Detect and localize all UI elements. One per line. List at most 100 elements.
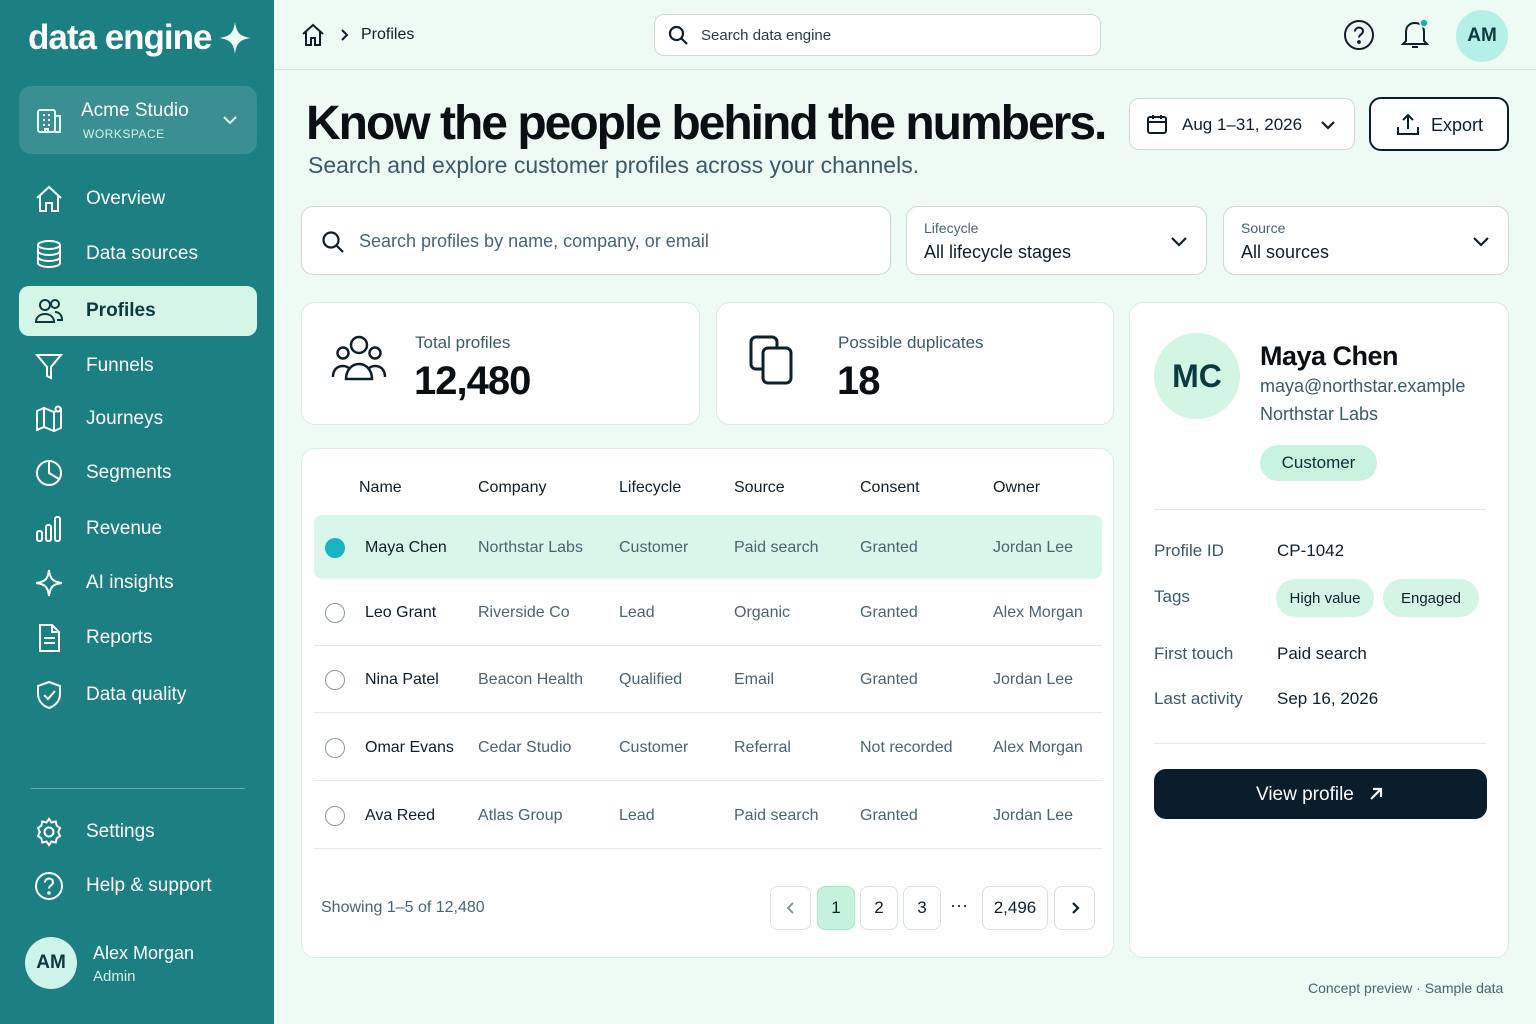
- page-subtitle: Search and explore customer profiles acr…: [308, 152, 920, 178]
- sidebar-item-label: Data quality: [86, 684, 187, 705]
- row-radio[interactable]: [325, 738, 345, 758]
- page-button-last[interactable]: 2,496: [982, 886, 1048, 930]
- lifecycle-value: All lifecycle stages: [924, 242, 1072, 262]
- cell-company: Cedar Studio: [478, 739, 572, 756]
- view-profile-label: View profile: [1256, 784, 1354, 805]
- avatar: AM: [25, 937, 77, 989]
- map-icon: [36, 405, 62, 433]
- cell-consent: Granted: [860, 807, 918, 824]
- sidebar-item-journeys[interactable]: Journeys: [19, 394, 257, 444]
- row-radio[interactable]: [325, 603, 345, 623]
- bell-icon[interactable]: [1400, 17, 1430, 51]
- home-icon[interactable]: [300, 22, 326, 48]
- user-name: Alex Morgan: [93, 943, 195, 963]
- table-row[interactable]: Ava Reed Atlas Group Lead Paid search Gr…: [314, 783, 1102, 849]
- field-label: Tags: [1154, 587, 1190, 606]
- workspace-label: WORKSPACE: [83, 127, 165, 141]
- pie-chart-icon: [36, 460, 62, 486]
- column-header-source[interactable]: Source: [734, 479, 785, 497]
- sidebar-item-overview[interactable]: Overview: [19, 174, 257, 224]
- help-icon[interactable]: [1342, 18, 1376, 52]
- column-header-company[interactable]: Company: [478, 479, 546, 497]
- sidebar-item-funnels[interactable]: Funnels: [19, 341, 257, 391]
- row-radio[interactable]: [325, 806, 345, 826]
- sidebar: data engine Acme Studio WORKSPACE Overvi…: [0, 0, 274, 1024]
- user-role: Admin: [93, 968, 136, 985]
- help-icon: [35, 872, 63, 900]
- column-header-owner[interactable]: Owner: [993, 479, 1040, 497]
- cell-lifecycle: Qualified: [619, 671, 683, 688]
- lifecycle-badge: Customer: [1260, 445, 1377, 481]
- avatar: MC: [1154, 333, 1240, 419]
- tag-chip[interactable]: Engaged: [1383, 579, 1479, 617]
- chevron-down-icon: [1321, 121, 1335, 130]
- cell-company: Beacon Health: [478, 671, 583, 688]
- cell-owner: Jordan Lee: [993, 807, 1074, 824]
- profile-search-input[interactable]: [359, 229, 859, 253]
- cell-lifecycle: Lead: [619, 807, 655, 824]
- sidebar-item-settings[interactable]: Settings: [19, 807, 257, 857]
- workspace-switcher[interactable]: Acme Studio WORKSPACE: [19, 86, 257, 154]
- sidebar-item-data-quality[interactable]: Data quality: [19, 670, 257, 720]
- row-radio[interactable]: [325, 670, 345, 690]
- sidebar-item-label: Overview: [86, 188, 166, 209]
- cell-company: Atlas Group: [478, 807, 563, 824]
- source-select[interactable]: Source All sources: [1223, 206, 1509, 275]
- cell-name: Maya Chen: [365, 539, 447, 556]
- table-row[interactable]: Maya Chen Northstar Labs Customer Paid s…: [314, 515, 1102, 579]
- search-input[interactable]: [701, 23, 1081, 47]
- global-search[interactable]: [654, 14, 1101, 56]
- sidebar-item-data-sources[interactable]: Data sources: [19, 229, 257, 279]
- cell-lifecycle: Customer: [619, 539, 689, 556]
- column-header-consent[interactable]: Consent: [860, 479, 920, 497]
- sparkle-icon: [35, 569, 63, 597]
- sidebar-item-label: Revenue: [86, 518, 163, 539]
- sidebar-item-profiles[interactable]: Profiles: [19, 286, 257, 336]
- gear-icon: [36, 817, 62, 847]
- page-button-3[interactable]: 3: [903, 886, 941, 930]
- profile-search[interactable]: [301, 206, 891, 275]
- pagination-ellipsis: ···: [950, 895, 968, 915]
- column-header-lifecycle[interactable]: Lifecycle: [619, 479, 681, 497]
- cell-consent: Granted: [860, 539, 918, 556]
- page-button-2[interactable]: 2: [860, 886, 898, 930]
- row-radio[interactable]: [325, 538, 345, 558]
- calendar-icon: [1147, 115, 1167, 134]
- column-header-name[interactable]: Name: [359, 479, 402, 497]
- date-range-picker[interactable]: Aug 1–31, 2026: [1129, 98, 1355, 150]
- table-row[interactable]: Leo Grant Riverside Co Lead Organic Gran…: [314, 580, 1102, 646]
- cell-name: Ava Reed: [365, 807, 435, 824]
- bar-chart-icon: [36, 516, 61, 542]
- cell-owner: Alex Morgan: [993, 604, 1083, 621]
- lifecycle-select[interactable]: Lifecycle All lifecycle stages: [906, 206, 1207, 275]
- cell-name: Nina Patel: [365, 671, 439, 688]
- table-row[interactable]: Nina Patel Beacon Health Qualified Email…: [314, 647, 1102, 713]
- cell-lifecycle: Customer: [619, 739, 689, 756]
- page-button-1[interactable]: 1: [817, 886, 855, 930]
- sidebar-item-ai-insights[interactable]: AI insights: [19, 558, 257, 608]
- profile-id-value: CP-1042: [1277, 541, 1345, 560]
- last-activity-value: Sep 16, 2026: [1277, 689, 1379, 708]
- avatar[interactable]: AM: [1456, 10, 1508, 62]
- prev-page-button[interactable]: [770, 886, 811, 930]
- arrow-up-right-icon: [1370, 787, 1383, 800]
- sidebar-item-label: Segments: [86, 462, 172, 483]
- table-row[interactable]: Omar Evans Cedar Studio Customer Referra…: [314, 715, 1102, 781]
- sidebar-item-help[interactable]: Help & support: [19, 861, 257, 911]
- field-label: Last activity: [1154, 689, 1243, 708]
- cell-owner: Jordan Lee: [993, 671, 1074, 688]
- stat-value: 18: [837, 359, 880, 403]
- tag-chip[interactable]: High value: [1276, 579, 1374, 617]
- sidebar-item-revenue[interactable]: Revenue: [19, 504, 257, 554]
- chevron-right-icon: [1071, 902, 1080, 914]
- topbar: Profiles AM: [274, 0, 1536, 70]
- profile-email[interactable]: maya@northstar.example: [1260, 376, 1465, 397]
- next-page-button[interactable]: [1054, 886, 1095, 930]
- view-profile-button[interactable]: View profile: [1154, 769, 1487, 819]
- breadcrumb[interactable]: Profiles: [361, 26, 414, 44]
- database-icon: [37, 240, 61, 269]
- sidebar-item-reports[interactable]: Reports: [19, 613, 257, 663]
- brand-logo[interactable]: data engine: [28, 18, 253, 58]
- export-button[interactable]: Export: [1369, 97, 1509, 151]
- sidebar-item-segments[interactable]: Segments: [19, 448, 257, 498]
